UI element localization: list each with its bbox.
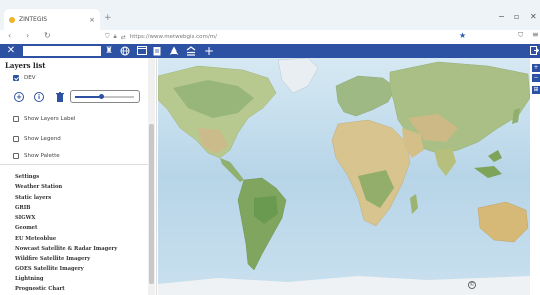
search-input[interactable] <box>23 46 101 56</box>
layer-window-icon[interactable] <box>135 44 149 58</box>
menu-item-weather-station[interactable]: Weather Station <box>15 184 62 190</box>
attribution-icon[interactable]: © <box>468 281 476 289</box>
menu-item-eu-meteoblue[interactable]: EU Meteoblue <box>15 236 56 242</box>
back-icon[interactable]: ‹ <box>8 31 11 40</box>
sidebar-divider <box>0 164 150 165</box>
menu-item-grib[interactable]: GRIB <box>15 205 31 211</box>
sidebar-scrollbar[interactable] <box>148 58 155 295</box>
globe-icon[interactable] <box>118 44 132 58</box>
address-bar: ‹ › ↻ ⛉ 🔒︎ ⇄ https://www.metwebgis.com/m… <box>0 30 540 44</box>
shield-icon: ⛉ <box>105 33 110 40</box>
trash-icon[interactable] <box>56 92 64 102</box>
tab-title: ZINTEGIS <box>19 16 48 23</box>
menu-item-sigwx[interactable]: SIGWX <box>15 215 35 221</box>
notification-icon[interactable]: ♜ <box>103 44 115 58</box>
menu-item-lightning[interactable]: Lightning <box>15 276 44 282</box>
menu-item-prognostic-chart[interactable]: Prognostic Chart <box>15 286 65 292</box>
zoom-out-button[interactable]: − <box>532 74 540 82</box>
clipboard-icon[interactable] <box>151 44 163 58</box>
menu-item-settings[interactable]: Settings <box>15 174 39 180</box>
close-icon[interactable]: ✕ <box>3 44 19 58</box>
menu-item-nowcast[interactable]: Nowcast Satellite & Radar Imagery <box>15 246 117 252</box>
forward-icon[interactable]: › <box>26 31 29 40</box>
layers-sidebar: Layers list DEV + i Show Layers Label Sh… <box>0 58 157 295</box>
opacity-slider-rail <box>101 96 134 98</box>
option-label: Show Legend <box>24 136 61 142</box>
option-show-layers-label[interactable]: Show Layers Label <box>13 116 75 122</box>
option-label: Show Palette <box>24 153 60 159</box>
window-close-button[interactable]: ✕ <box>530 12 537 21</box>
option-checkbox[interactable] <box>13 136 19 142</box>
app-toolbar: ✕ ♜ + <box>0 44 540 58</box>
menu-item-goes[interactable]: GOES Satellite Imagery <box>15 266 84 272</box>
option-show-legend[interactable]: Show Legend <box>13 136 61 142</box>
option-checkbox[interactable] <box>13 116 19 122</box>
layer-label: DEV <box>24 75 36 81</box>
option-show-palette[interactable]: Show Palette <box>13 153 60 159</box>
menu-item-wildfire[interactable]: Wildfire Satellite Imagery <box>15 256 90 262</box>
zoom-in-button[interactable]: + <box>532 64 540 72</box>
maximize-button[interactable]: ▫ <box>514 12 519 21</box>
layers-toggle-button[interactable]: ⊞ <box>532 86 540 94</box>
bookmark-star-icon[interactable]: ★ <box>459 31 466 40</box>
world-map-graphic <box>158 58 530 295</box>
favicon-icon <box>9 16 15 23</box>
tab-close-icon[interactable]: × <box>89 16 95 24</box>
layer-row-dev[interactable]: DEV <box>13 75 35 81</box>
sliders-icon[interactable] <box>184 44 198 58</box>
browser-tab[interactable]: ZINTEGIS × <box>4 9 100 30</box>
sidebar-scrollbar-thumb[interactable] <box>149 124 154 284</box>
opacity-slider-fill <box>75 96 102 98</box>
browser-tab-strip: ZINTEGIS × + − ▫ ✕ <box>0 0 540 30</box>
minimize-button[interactable]: − <box>498 12 505 21</box>
menu-item-static-layers[interactable]: Static layers <box>15 195 51 201</box>
option-checkbox[interactable] <box>13 153 19 159</box>
reload-icon[interactable]: ↻ <box>44 31 51 40</box>
sidebar-title: Layers list <box>5 61 46 70</box>
opacity-slider[interactable] <box>70 90 140 103</box>
exit-icon[interactable] <box>528 44 540 58</box>
world-map[interactable] <box>158 58 530 295</box>
opacity-slider-thumb[interactable] <box>99 94 105 99</box>
add-layer-icon[interactable]: + <box>14 92 24 102</box>
rocket-icon[interactable] <box>167 44 181 58</box>
plus-icon[interactable]: + <box>202 44 216 58</box>
browser-menu-icon[interactable]: ≡ <box>532 30 539 39</box>
info-icon[interactable]: i <box>34 92 44 102</box>
permissions-icon: ⇄ <box>120 33 126 41</box>
lock-icon: 🔒︎ <box>113 33 117 40</box>
url-text: https://www.metwebgis.com/m/ <box>129 34 217 40</box>
extensions-icon[interactable]: ⛉ <box>518 31 523 40</box>
layer-checkbox[interactable] <box>13 75 19 81</box>
url-field[interactable]: ⛉ 🔒︎ ⇄ https://www.metwebgis.com/m/ <box>105 31 490 43</box>
option-label: Show Layers Label <box>24 116 76 122</box>
menu-item-geomet[interactable]: Geomet <box>15 225 37 231</box>
new-tab-button[interactable]: + <box>104 13 112 23</box>
